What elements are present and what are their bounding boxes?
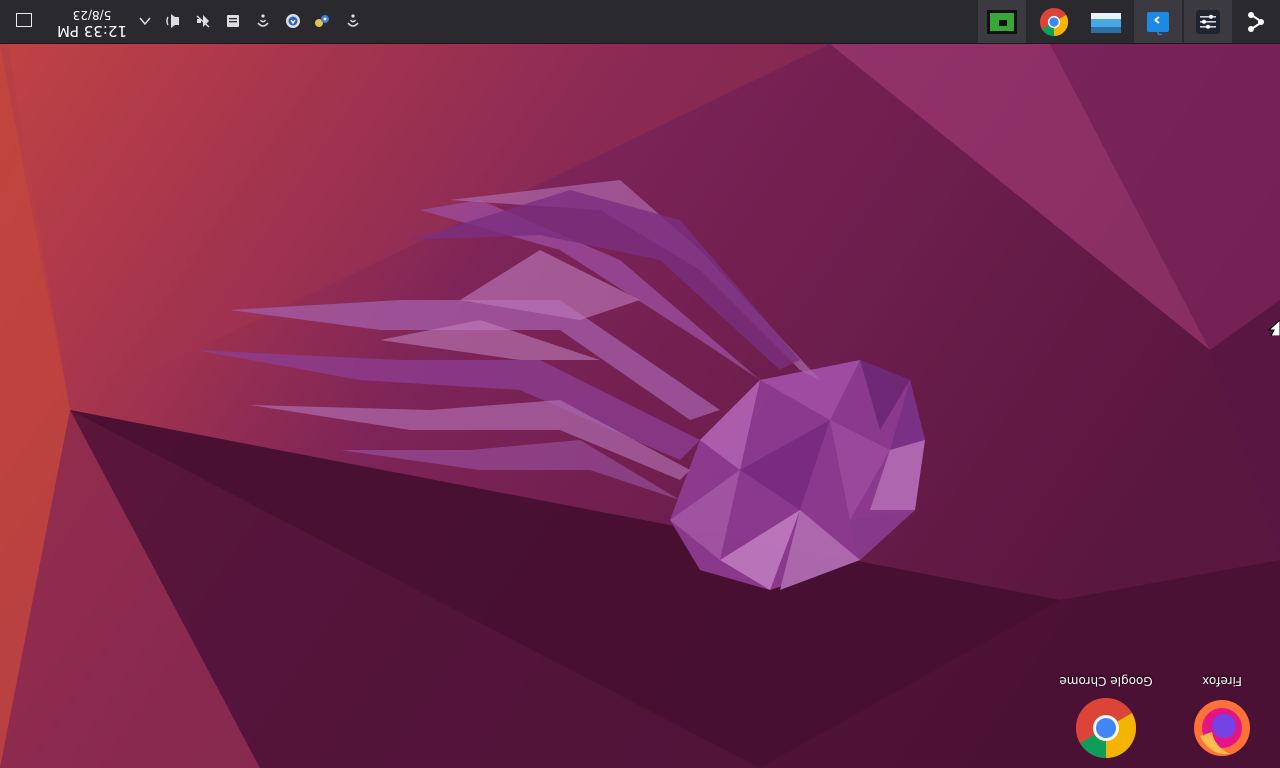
tray-network-icon[interactable] — [192, 10, 214, 32]
system-clock[interactable]: 12:33 PM 5/8/23 — [56, 2, 128, 40]
speaker-icon — [166, 14, 179, 28]
tray-shield-icon[interactable] — [282, 10, 304, 32]
remote-desktop-icon — [1147, 11, 1169, 35]
show-desktop-button[interactable] — [16, 13, 32, 27]
tray-people-icon[interactable] — [311, 10, 333, 32]
start-menu-icon — [1248, 11, 1264, 32]
tray-overflow-button[interactable] — [134, 10, 156, 32]
terminal-icon — [987, 9, 1017, 34]
desktop-icon-google-chrome[interactable]: Google Chrome — [1056, 674, 1156, 764]
chrome-icon — [1039, 7, 1069, 36]
clock-date: 5/8/23 — [72, 8, 112, 22]
taskbar-app-chrome[interactable] — [1030, 0, 1078, 43]
tray-speaker-icon[interactable] — [162, 10, 184, 32]
people-icon — [315, 15, 329, 27]
desktop-icon-label: Firefox — [1202, 674, 1242, 688]
settings-sliders-icon — [1196, 9, 1220, 34]
wifi-icon — [347, 14, 359, 27]
display-icon — [1091, 12, 1121, 33]
tray-printer-icon[interactable] — [222, 10, 244, 32]
network-icon — [196, 15, 210, 28]
taskbar-app-terminal[interactable] — [978, 0, 1026, 43]
desktop-icon-label: Google Chrome — [1059, 674, 1153, 688]
shield-icon — [286, 14, 300, 28]
taskbar: 12:33 PM 5/8/23 — [0, 0, 1280, 44]
clock-time: 12:33 PM — [57, 22, 127, 40]
tray-overflow-chevron-icon — [139, 17, 151, 26]
chrome-icon — [1075, 698, 1137, 759]
tray-wifi-icon-2[interactable] — [252, 10, 274, 32]
start-button[interactable] — [1232, 0, 1280, 43]
taskbar-app-settings[interactable] — [1184, 0, 1232, 43]
taskbar-app-remote-desktop[interactable] — [1134, 0, 1182, 43]
tray-wifi-icon[interactable] — [342, 10, 364, 32]
wifi-icon — [257, 14, 269, 27]
mouse-cursor-icon — [1267, 319, 1280, 336]
printer-icon — [227, 15, 239, 27]
taskbar-app-display[interactable] — [1082, 0, 1130, 43]
firefox-icon — [1194, 700, 1250, 756]
desktop-wallpaper — [0, 0, 1280, 768]
desktop-icon-firefox[interactable]: Firefox — [1172, 674, 1272, 764]
